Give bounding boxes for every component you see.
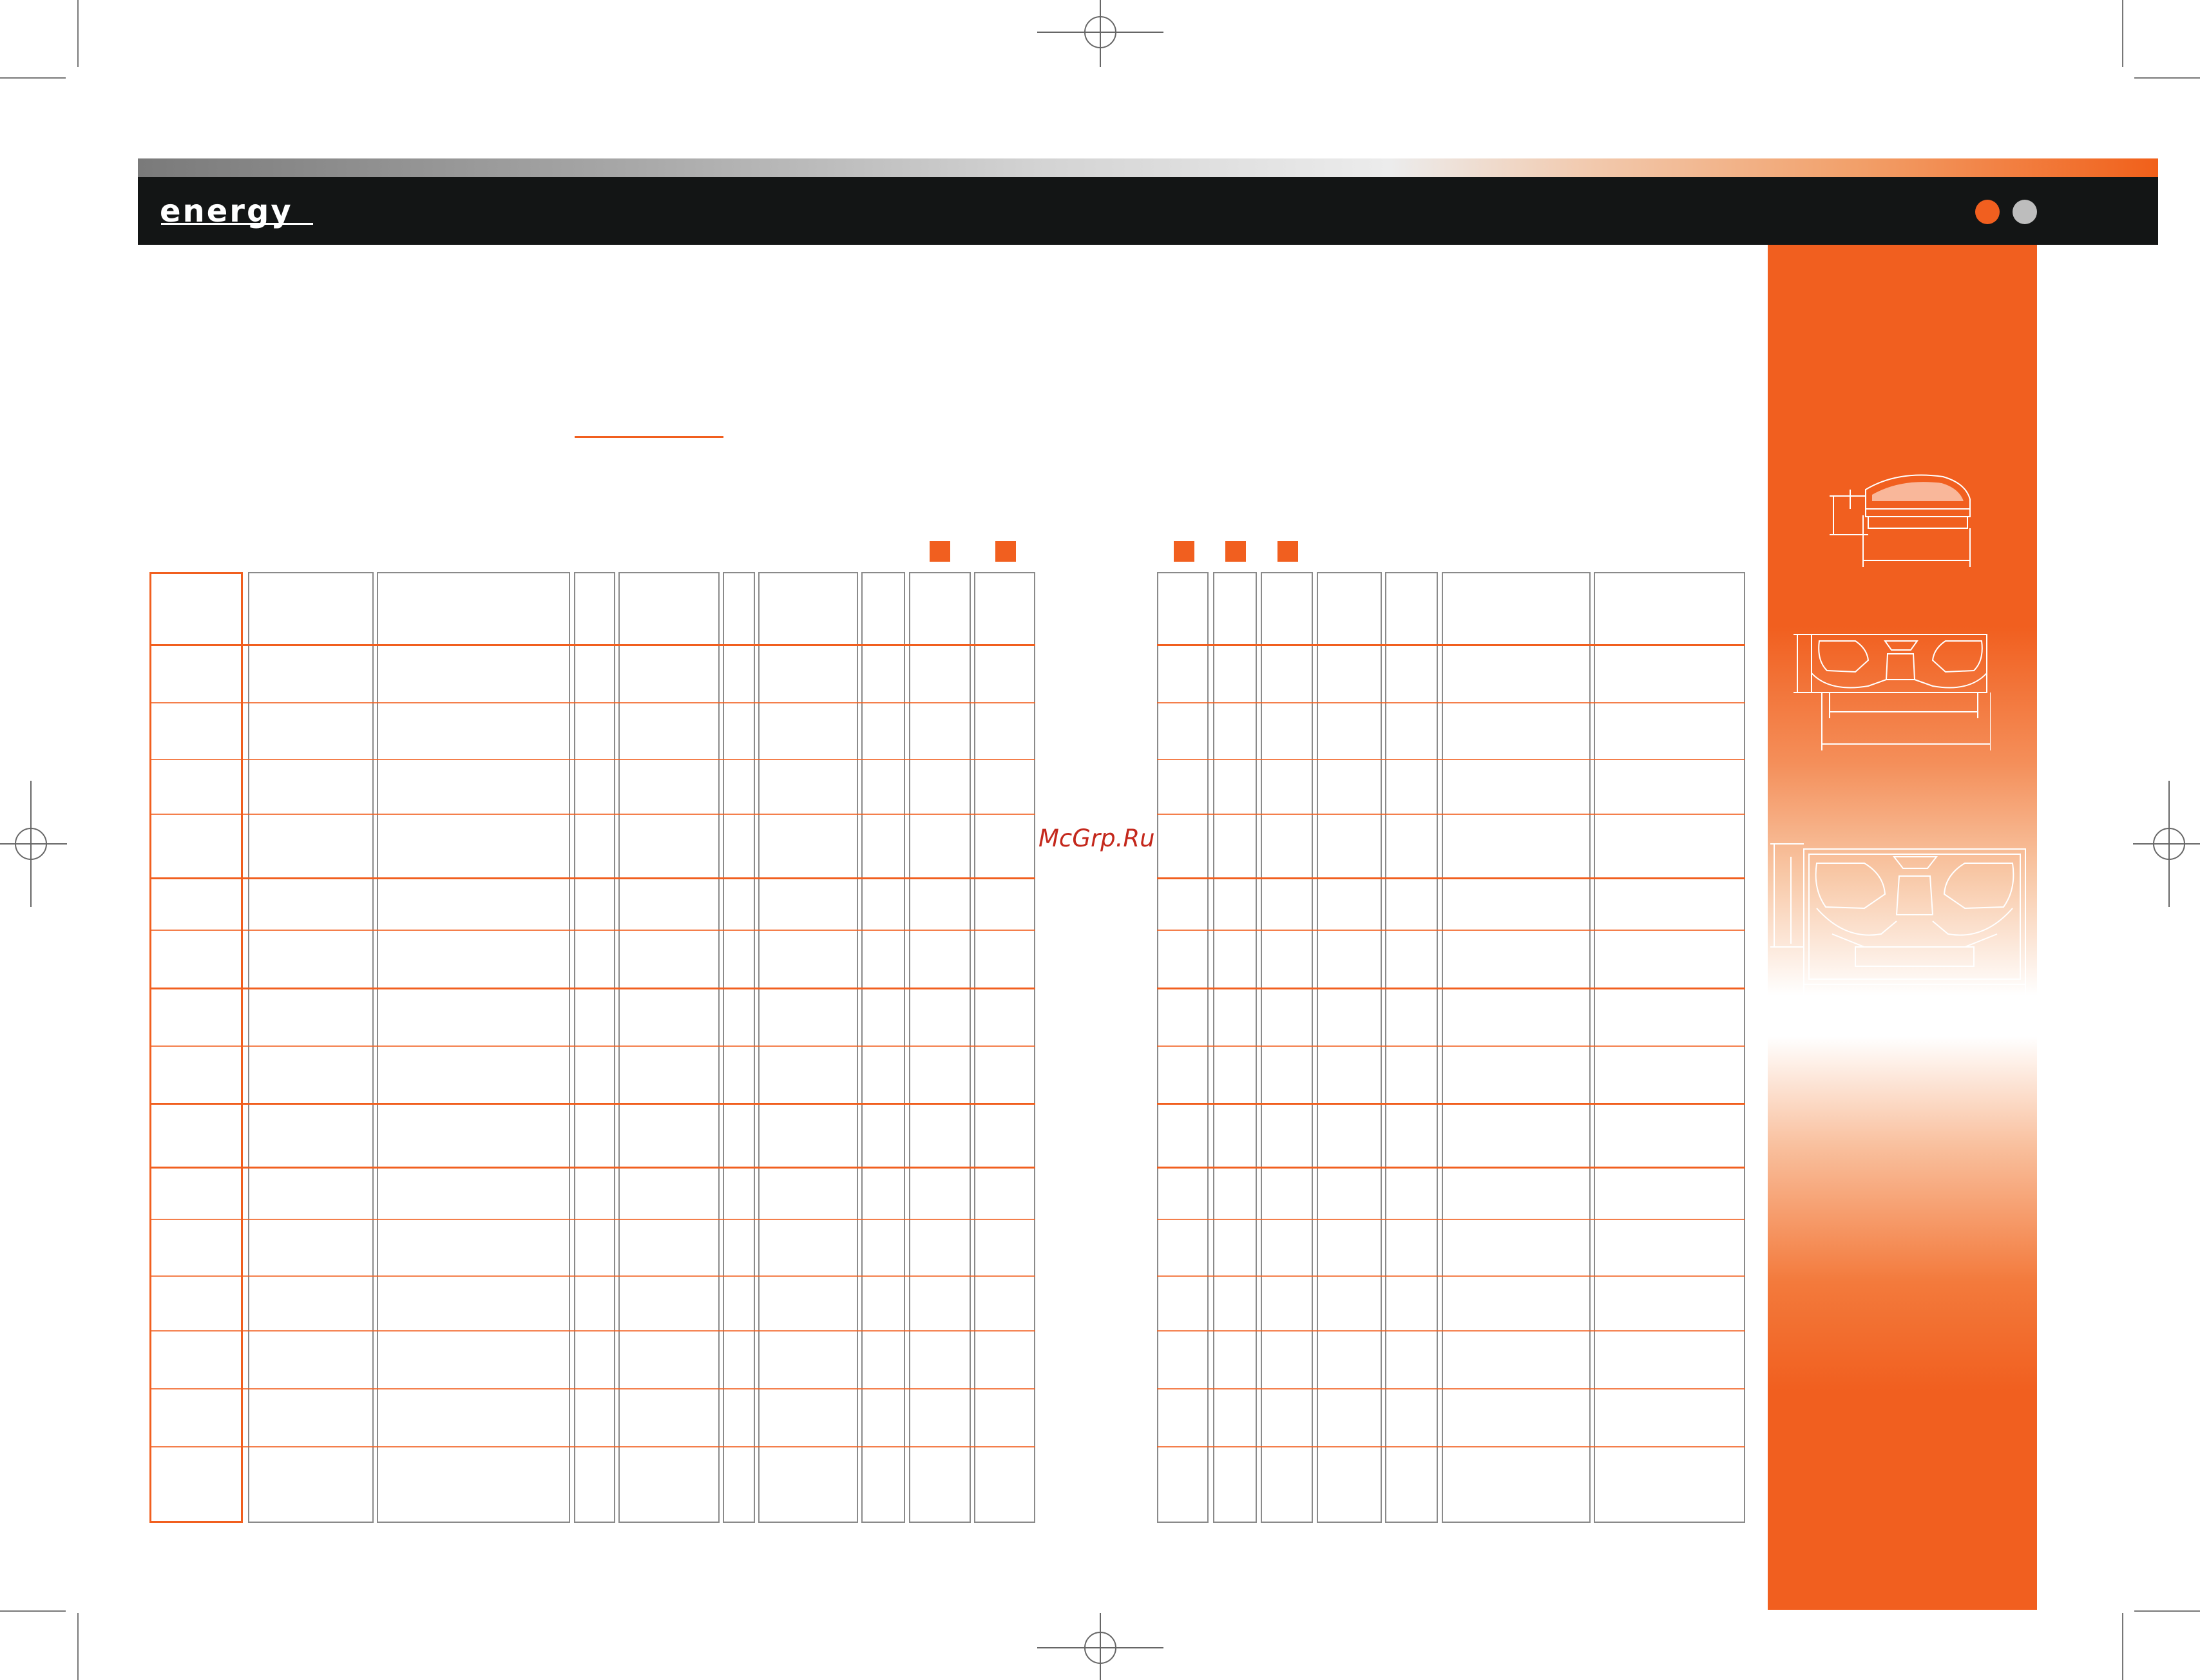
table-column (1385, 572, 1438, 1523)
legend-square (1225, 541, 1246, 562)
table-column (723, 572, 755, 1523)
registration-mark-right (2133, 781, 2200, 907)
logo-underline (161, 223, 313, 225)
legend-square (1174, 541, 1194, 562)
table-column (1442, 572, 1591, 1523)
tweeter-drawing (1830, 474, 1971, 567)
table-column (248, 572, 374, 1523)
header-gradient-strip (138, 158, 2158, 177)
table-column (1213, 572, 1257, 1523)
table-column (1261, 572, 1313, 1523)
table-column (574, 572, 615, 1523)
legend-square (1277, 541, 1298, 562)
registration-mark-left (0, 781, 67, 907)
table-column (974, 572, 1035, 1523)
table-column (909, 572, 971, 1523)
table-column (1317, 572, 1382, 1523)
heading-underline (575, 436, 723, 438)
registration-mark-bottom (1037, 1613, 1163, 1680)
table-column (618, 572, 720, 1523)
table-column (377, 572, 570, 1523)
legend-square (995, 541, 1016, 562)
orange-dot-icon (1975, 200, 2000, 224)
table-column (861, 572, 905, 1523)
table-column (758, 572, 858, 1523)
table-column (1594, 572, 1745, 1523)
oval-speaker-drawing (1770, 843, 2026, 1008)
registration-mark-top (1037, 0, 1163, 67)
table-column (1157, 572, 1209, 1523)
grey-dot-icon (2013, 200, 2037, 224)
watermark-text: McGrp.Ru (1038, 825, 1155, 852)
legend-square (930, 541, 950, 562)
header-bar (138, 177, 2158, 245)
coaxial-speaker-drawing (1793, 634, 1991, 750)
table-column (149, 572, 243, 1523)
